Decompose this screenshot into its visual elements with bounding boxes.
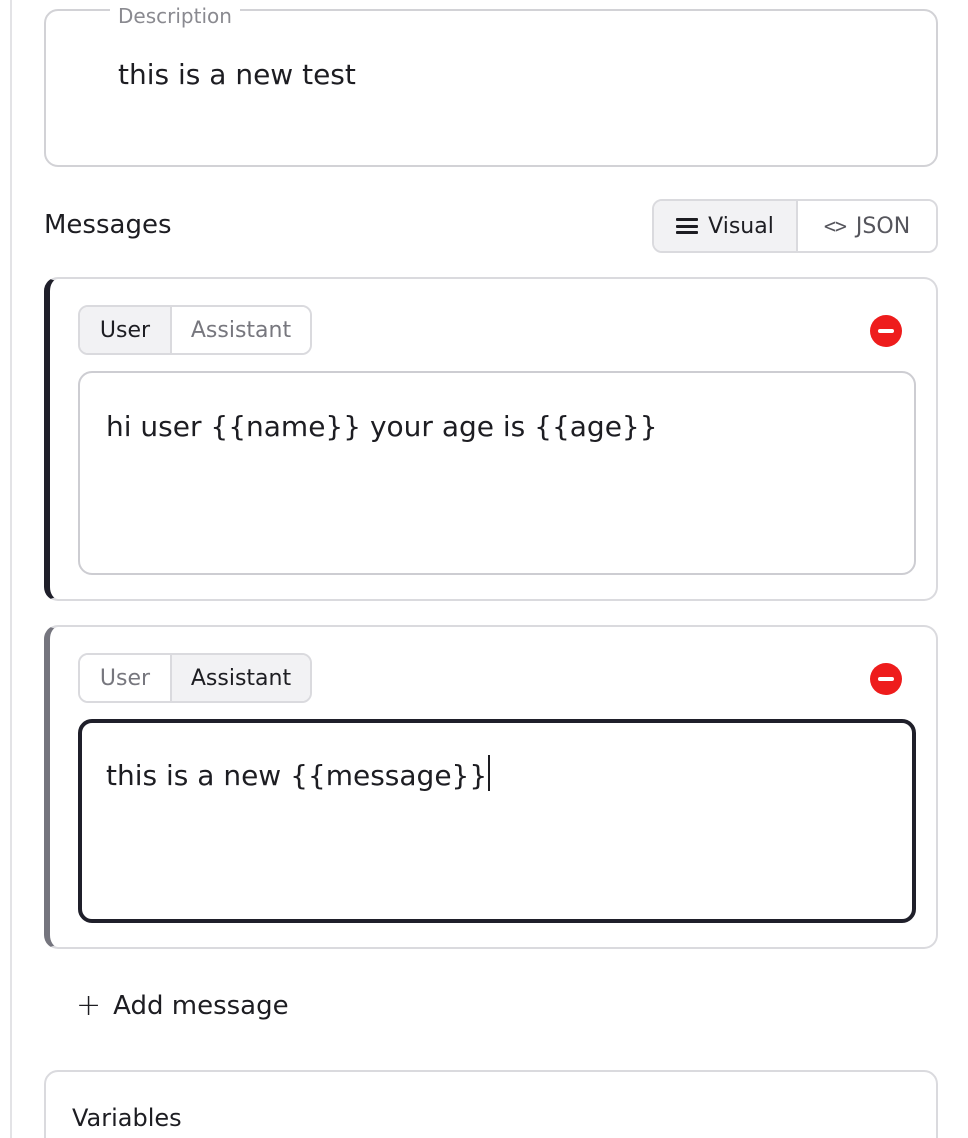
message-content-text: this is a new {{message}}	[106, 759, 488, 792]
variables-title: Variables	[72, 1104, 182, 1132]
message-content-text: hi user {{name}} your age is {{age}}	[106, 410, 658, 443]
message-card-2: User Assistant this is a new {{message}}	[44, 625, 938, 949]
message-content-input[interactable]: hi user {{name}} your age is {{age}}	[78, 371, 916, 575]
messages-title: Messages	[44, 210, 172, 240]
variables-section: Variables	[44, 1070, 938, 1138]
message-content-input[interactable]: this is a new {{message}}	[78, 719, 916, 923]
prompt-editor: Description this is a new test Messages …	[0, 0, 968, 1138]
role-assistant-option[interactable]: Assistant	[172, 655, 310, 701]
role-toggle: User Assistant	[78, 653, 312, 703]
visual-view-label: Visual	[708, 213, 774, 239]
remove-message-button[interactable]	[870, 315, 902, 347]
left-divider	[10, 0, 12, 1138]
description-field[interactable]: Description this is a new test	[44, 5, 938, 167]
view-toggle: Visual <> JSON	[652, 199, 938, 253]
remove-message-button[interactable]	[870, 663, 902, 695]
text-caret	[488, 755, 491, 791]
json-view-label: JSON	[855, 213, 911, 239]
role-user-option[interactable]: User	[80, 307, 172, 353]
role-toggle: User Assistant	[78, 305, 312, 355]
list-icon	[676, 218, 699, 234]
minus-circle-icon	[878, 329, 894, 333]
plus-icon: +	[76, 988, 102, 1023]
code-icon: <>	[823, 214, 847, 238]
message-card-1: User Assistant hi user {{name}} your age…	[44, 277, 938, 601]
message-content-line: this is a new {{message}}	[106, 755, 491, 796]
visual-view-button[interactable]: Visual	[654, 201, 798, 251]
description-value[interactable]: this is a new test	[118, 55, 356, 95]
add-message-label: Add message	[113, 991, 289, 1021]
json-view-button[interactable]: <> JSON	[798, 201, 936, 251]
role-assistant-option[interactable]: Assistant	[172, 307, 310, 353]
role-user-option[interactable]: User	[80, 655, 172, 701]
add-message-button[interactable]: + Add message	[76, 986, 289, 1026]
description-label: Description	[110, 5, 240, 27]
minus-circle-icon	[878, 677, 894, 681]
